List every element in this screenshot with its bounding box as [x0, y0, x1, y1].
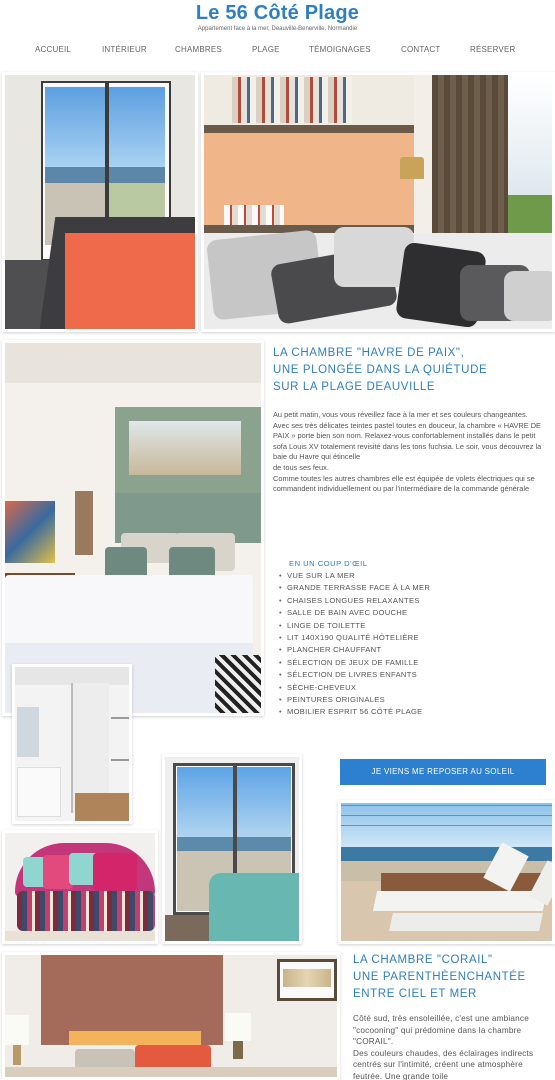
features-title: EN UN COUP D'ŒIL: [289, 559, 368, 568]
site-header: Le 56 Côté Plage Appartement face à la m…: [0, 0, 555, 72]
photo-coral-bed-window[interactable]: [2, 72, 198, 332]
paragraph: Comme toutes les autres chambres elle es…: [273, 473, 535, 494]
section-description-corail: Côté sud, très ensoleillée, c'est une am…: [353, 1013, 553, 1080]
nav-item-interieur[interactable]: INTÉRIEUR: [102, 45, 147, 54]
photo-havre-de-paix-bedroom[interactable]: [2, 340, 264, 716]
photo-bookshelf-cushions[interactable]: [201, 72, 555, 332]
feature-item: LIT 140X190 QUALITÉ HÔTELIÈRE: [279, 632, 549, 644]
nav-item-reserver[interactable]: RÉSERVER: [470, 45, 515, 54]
feature-item: CHAISES LONGUES RELAXANTES: [279, 595, 549, 607]
title-line: LA CHAMBRE "HAVRE DE PAIX",: [273, 347, 465, 359]
photo-sea-view-door[interactable]: [162, 754, 302, 944]
nav-item-accueil[interactable]: ACCUEIL: [35, 45, 71, 54]
feature-item: PLANCHER CHAUFFANT: [279, 644, 549, 656]
feature-item: MOBILIER ESPRIT 56 CÔTÉ PLAGE: [279, 706, 549, 718]
book-stay-button[interactable]: JE VIENS ME REPOSER AU SOLEIL: [340, 759, 546, 785]
nav-item-temoignages[interactable]: TÉMOIGNAGES: [309, 45, 371, 54]
paragraph: Des couleurs chaudes, des éclairages ind…: [353, 1048, 534, 1080]
title-line: LA CHAMBRE "CORAIL": [353, 954, 493, 966]
paragraph: Avec ses très délicates teintes pastel t…: [273, 420, 542, 462]
feature-item: SÈCHE-CHEVEUX: [279, 682, 549, 694]
site-subtitle: Appartement face à la mer, Deauville-Ben…: [197, 26, 358, 32]
section-title-havre-de-paix: LA CHAMBRE "HAVRE DE PAIX", UNE PLONGÉE …: [273, 345, 487, 396]
main-nav: ACCUEIL INTÉRIEUR CHAMBRES PLAGE TÉMOIGN…: [0, 45, 555, 59]
title-line: SUR LA PLAGE DEAUVILLE: [273, 381, 436, 393]
paragraph: Au petit matin, vous vous réveillez face…: [273, 410, 528, 419]
feature-item: SÉLECTION DE LIVRES ENFANTS: [279, 669, 549, 681]
feature-item: VUE SUR LA MER: [279, 570, 549, 582]
title-line: UNE PARENTHÈENCHANTÉE: [353, 971, 526, 983]
nav-item-plage[interactable]: PLAGE: [252, 45, 280, 54]
feature-item: SALLE DE BAIN AVEC DOUCHE: [279, 607, 549, 619]
feature-item: GRANDE TERRASSE FACE À LA MER: [279, 582, 549, 594]
title-line: ENTRE CIEL ET MER: [353, 988, 477, 1000]
feature-item: SÉLECTION DE JEUX DE FAMILLE: [279, 657, 549, 669]
photo-corail-bedroom[interactable]: [2, 952, 340, 1080]
photo-pink-sofa[interactable]: [2, 830, 158, 944]
feature-item: LINGE DE TOILETTE: [279, 620, 549, 632]
site-title[interactable]: Le 56 Côté Plage: [0, 2, 555, 25]
title-line: UNE PLONGÉE DANS LA QUIÉTUDE: [273, 364, 488, 376]
paragraph: de tous ses feux.: [273, 462, 329, 472]
photo-terrace-loungers[interactable]: [338, 800, 555, 944]
feature-item: PEINTURES ORIGINALES: [279, 694, 549, 706]
section-description-havre: Au petit matin, vous vous réveillez face…: [273, 410, 551, 495]
features-list: VUE SUR LA MER GRANDE TERRASSE FACE À LA…: [279, 570, 549, 719]
paragraph: Côté sud, très ensoleillée, c'est une am…: [353, 1014, 529, 1046]
section-title-corail: LA CHAMBRE "CORAIL" UNE PARENTHÈENCHANTÉ…: [353, 952, 526, 1003]
nav-item-chambres[interactable]: CHAMBRES: [175, 45, 222, 54]
nav-item-contact[interactable]: CONTACT: [401, 45, 440, 54]
photo-bathroom[interactable]: [12, 664, 132, 824]
